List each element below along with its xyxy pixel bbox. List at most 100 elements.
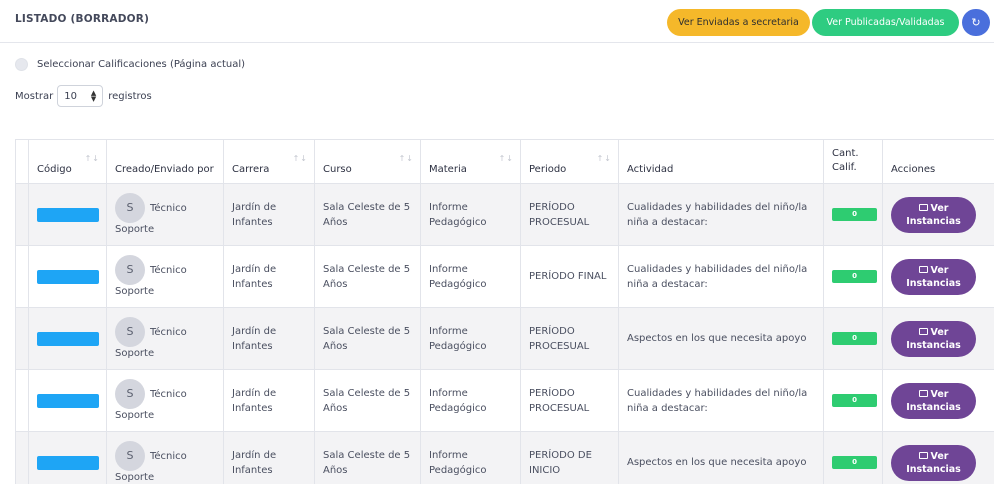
page-title: LISTADO (BORRADOR)	[15, 13, 150, 25]
row-select-cell[interactable]	[15, 183, 29, 246]
subject-cell: Informe Pedagógico	[420, 431, 521, 484]
count-cell: 0	[823, 183, 883, 246]
code-value-bar	[37, 455, 99, 470]
page-length-value: 10	[64, 90, 77, 102]
action-label-2: Instancias	[906, 339, 961, 351]
creator-cell: S Técnico Soporte	[106, 245, 224, 308]
column-header[interactable]: Curso ↑↓	[314, 139, 421, 184]
column-header[interactable]: Cant. Calif.	[823, 139, 883, 184]
action-label-2: Instancias	[906, 401, 961, 413]
page-header: LISTADO (BORRADOR) Ver Enviadas a secret…	[0, 0, 994, 43]
column-header[interactable]: Carrera ↑↓	[223, 139, 315, 184]
column-header[interactable]: Periodo ↑↓	[520, 139, 619, 184]
table-row[interactable]: S Técnico Soporte Jardín de Infantes Sala …	[15, 369, 994, 432]
row-select-cell[interactable]	[15, 245, 29, 308]
career-cell: Jardín de Infantes	[223, 369, 315, 432]
career-cell: Jardín de Infantes	[223, 245, 315, 308]
creator-surname: Soporte	[115, 409, 155, 421]
activity-cell: Cualidades y habilidades del niño/la niñ…	[618, 183, 824, 246]
inbox-icon	[918, 451, 928, 459]
period-cell: PERÍODO FINAL	[520, 245, 619, 308]
activity-cell: Aspectos en los que necesita apoyo	[618, 431, 824, 484]
actions-cell: Ver Instancias	[882, 369, 994, 432]
view-instances-button[interactable]: Ver Instancias	[891, 382, 976, 419]
period-cell: PERÍODO PROCESUAL	[520, 183, 619, 246]
action-label-2: Instancias	[906, 277, 961, 289]
action-label-2: Instancias	[906, 463, 961, 475]
actions-cell: Ver Instancias	[882, 431, 994, 484]
view-instances-button[interactable]: Ver Instancias	[891, 444, 976, 481]
column-header: Acciones	[882, 139, 994, 184]
column-header[interactable]: Actividad	[618, 139, 824, 184]
sort-icon: ↑↓	[84, 154, 100, 163]
row-select-cell[interactable]	[15, 307, 29, 370]
action-label-2: Instancias	[906, 215, 961, 227]
avatar: S	[115, 192, 145, 223]
table-body: S Técnico Soporte Jardín de Infantes Sala …	[15, 183, 994, 484]
row-select-cell[interactable]	[15, 431, 29, 484]
creator-name: Técnico	[150, 388, 187, 400]
table-row[interactable]: S Técnico Soporte Jardín de Infantes Sala …	[15, 431, 994, 484]
course-cell: Sala Celeste de 5 Años	[314, 369, 421, 432]
inbox-icon	[918, 327, 928, 335]
count-badge: 0	[832, 456, 877, 469]
table-row[interactable]: S Técnico Soporte Jardín de Infantes Sala …	[15, 245, 994, 308]
count-badge: 0	[832, 270, 877, 283]
select-all-checkbox[interactable]	[15, 58, 28, 71]
sort-icon: ↑↓	[596, 154, 612, 163]
creator-name: Técnico	[150, 450, 187, 462]
subject-cell: Informe Pedagógico	[420, 245, 521, 308]
count-cell: 0	[823, 307, 883, 370]
view-instances-button[interactable]: Ver Instancias	[891, 258, 976, 295]
page-length-select[interactable]: 10 ▲ ▼	[57, 85, 104, 107]
course-cell: Sala Celeste de 5 Años	[314, 245, 421, 308]
creator-name: Técnico	[150, 202, 187, 214]
actions-cell: Ver Instancias	[882, 307, 994, 370]
view-published-button[interactable]: Ver Publicadas/Validadas	[812, 9, 959, 36]
inbox-icon	[918, 389, 928, 397]
code-value-bar	[37, 207, 99, 222]
column-header[interactable]: Materia ↑↓	[420, 139, 521, 184]
row-select-cell[interactable]	[15, 369, 29, 432]
action-label-1: Ver	[930, 450, 949, 462]
action-label-1: Ver	[930, 264, 949, 276]
count-cell: 0	[823, 245, 883, 308]
table-header-row: Código ↑↓ Creado/Enviado por Carrera ↑↓ Cu…	[15, 139, 994, 184]
table-row[interactable]: S Técnico Soporte Jardín de Infantes Sala …	[15, 183, 994, 246]
subject-cell: Informe Pedagógico	[420, 183, 521, 246]
period-cell: PERÍODO PROCESUAL	[520, 307, 619, 370]
inbox-icon	[918, 265, 928, 273]
creator-name: Técnico	[150, 264, 187, 276]
view-instances-button[interactable]: Ver Instancias	[891, 196, 976, 233]
creator-surname: Soporte	[115, 471, 155, 483]
action-label-1: Ver	[930, 326, 949, 338]
activity-cell: Aspectos en los que necesita apoyo	[618, 307, 824, 370]
sort-icon: ↑↓	[292, 154, 308, 163]
code-cell	[28, 245, 107, 308]
subject-cell: Informe Pedagógico	[420, 369, 521, 432]
count-cell: 0	[823, 431, 883, 484]
view-instances-button[interactable]: Ver Instancias	[891, 320, 976, 357]
creator-surname: Soporte	[115, 285, 155, 297]
actions-cell: Ver Instancias	[882, 183, 994, 246]
view-sent-button[interactable]: Ver Enviadas a secretaria	[667, 9, 810, 36]
creator-cell: S Técnico Soporte	[106, 431, 224, 484]
subject-cell: Informe Pedagógico	[420, 307, 521, 370]
select-all-label: Seleccionar Calificaciones (Página actua…	[37, 59, 246, 70]
code-value-bar	[37, 393, 99, 408]
column-header[interactable]: Creado/Enviado por	[106, 139, 224, 184]
sort-icon: ↑↓	[398, 154, 414, 163]
table-row[interactable]: S Técnico Soporte Jardín de Infantes Sala …	[15, 307, 994, 370]
avatar: S	[115, 440, 145, 471]
action-label-1: Ver	[930, 388, 949, 400]
select-arrows-icon: ▲ ▼	[90, 89, 97, 103]
creator-cell: S Técnico Soporte	[106, 183, 224, 246]
creator-name: Técnico	[150, 326, 187, 338]
course-cell: Sala Celeste de 5 Años	[314, 183, 421, 246]
column-header[interactable]: Código ↑↓	[28, 139, 107, 184]
count-badge: 0	[832, 332, 877, 345]
avatar: S	[115, 254, 145, 285]
action-label-1: Ver	[930, 202, 949, 214]
career-cell: Jardín de Infantes	[223, 307, 315, 370]
refresh-button[interactable]: ↻	[962, 9, 990, 36]
